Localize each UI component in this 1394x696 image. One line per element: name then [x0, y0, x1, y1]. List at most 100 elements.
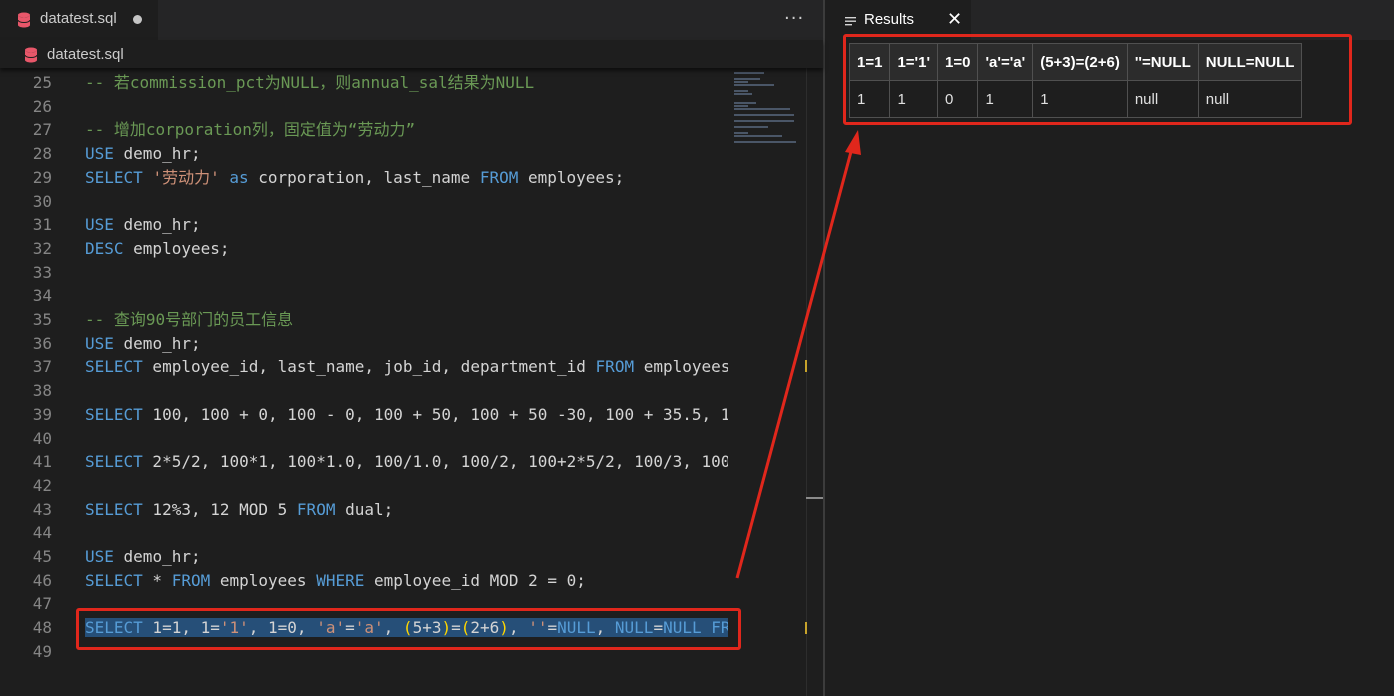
code-line[interactable]: 43 SELECT 12%3, 12 MOD 5 FROM dual;: [0, 498, 728, 522]
code-line[interactable]: 28 USE demo_hr;: [0, 142, 728, 166]
breadcrumb-file[interactable]: datatest.sql: [47, 46, 124, 63]
code-line[interactable]: 45 USE demo_hr;: [0, 545, 728, 569]
line-number: 45: [32, 547, 52, 566]
line-number: 49: [32, 641, 52, 661]
table-cell[interactable]: 1: [977, 80, 1034, 118]
code-line[interactable]: 47: [0, 592, 728, 616]
code-token: *: [142, 570, 172, 590]
column-header[interactable]: 1=1: [848, 43, 891, 81]
column-header[interactable]: 'a'='a': [977, 43, 1034, 81]
code-line[interactable]: 40: [0, 427, 728, 451]
code-line[interactable]: 27 -- 增加corporation列，固定值为“劳动力”: [0, 118, 728, 142]
line-text: -- 增加corporation列，固定值为“劳动力”: [85, 118, 415, 142]
database-icon: [17, 12, 31, 32]
code-token: demo_hr;: [113, 333, 201, 353]
column-header[interactable]: NULL=NULL: [1197, 43, 1303, 81]
code-token: employees: [634, 357, 728, 377]
line-number: 31: [32, 215, 52, 235]
code-line[interactable]: 49: [0, 640, 728, 664]
code-token: employee_id MOD 2 = 0;: [364, 570, 586, 590]
column-header[interactable]: ''=NULL: [1126, 43, 1199, 81]
code-line[interactable]: 37 SELECT employee_id, last_name, job_id,…: [0, 355, 728, 379]
code-token: '': [528, 618, 548, 638]
table-cell[interactable]: null: [1197, 80, 1303, 118]
code-token: dual;: [335, 499, 394, 519]
code-token: FROM: [171, 570, 211, 590]
minimap-line: [734, 108, 790, 110]
line-text: SELECT employee_id, last_name, job_id, d…: [85, 355, 728, 379]
code-token: -- 查询90号部门的员工信息: [85, 310, 294, 329]
code-token: corporation, last_name: [248, 167, 480, 187]
code-line[interactable]: 38: [0, 379, 728, 403]
code-token: NULL: [663, 618, 702, 638]
results-tab[interactable]: Results ✕: [825, 0, 971, 40]
code-line[interactable]: 34: [0, 284, 728, 308]
code-line[interactable]: 33: [0, 261, 728, 285]
editor-tab-datatest[interactable]: datatest.sql: [0, 0, 158, 40]
code-line[interactable]: 42: [0, 474, 728, 498]
line-number: 25: [32, 73, 52, 92]
scrollbar-thumb[interactable]: [806, 497, 823, 499]
line-text: USE demo_hr;: [85, 332, 201, 356]
code-token: WHERE: [316, 570, 365, 590]
code-line[interactable]: 30: [0, 190, 728, 214]
code-line[interactable]: 46 SELECT * FROM employees WHERE employee…: [0, 569, 728, 593]
minimap-line: [734, 81, 748, 83]
code-line[interactable]: 36 USE demo_hr;: [0, 332, 728, 356]
table-cell[interactable]: 1: [1032, 80, 1128, 118]
code-token: ): [499, 618, 509, 638]
table-cell[interactable]: 1: [848, 80, 891, 118]
line-number: 44: [32, 523, 52, 543]
line-text: DESC employees;: [85, 237, 230, 261]
results-tab-bar: Results ✕: [825, 0, 1394, 40]
code-line[interactable]: 26: [0, 95, 728, 119]
code-token: SELECT: [85, 618, 143, 638]
column-header[interactable]: 1=0: [937, 43, 979, 81]
code-token: (: [402, 618, 413, 638]
more-actions-icon[interactable]: ···: [784, 8, 804, 29]
code-token: USE: [85, 144, 114, 164]
table-row[interactable]: 1 1 0 1 1 null null: [848, 80, 1303, 118]
code-line[interactable]: 31 USE demo_hr;: [0, 213, 728, 237]
code-token: [701, 618, 712, 638]
column-header[interactable]: (5+3)=(2+6): [1032, 43, 1128, 81]
line-number: 46: [32, 570, 52, 590]
minimap[interactable]: [728, 68, 806, 696]
code-line[interactable]: 48 SELECT 1=1, 1='1', 1=0, 'a'='a', (5+3)…: [0, 616, 728, 640]
code-area[interactable]: 25 -- 若commission_pct为NULL，则annual_sal结果为…: [0, 70, 728, 696]
column-header[interactable]: 1='1': [889, 43, 939, 81]
code-token: ): [441, 618, 452, 638]
line-number: 26: [32, 96, 52, 116]
code-token: FROM: [595, 357, 635, 377]
code-line[interactable]: 29 SELECT '劳动力' as corporation, last_name…: [0, 166, 728, 190]
code-line[interactable]: 35 -- 查询90号部门的员工信息: [0, 308, 728, 332]
table-cell[interactable]: null: [1126, 80, 1199, 118]
minimap-line: [734, 126, 768, 128]
editor-scrollbar[interactable]: [806, 68, 824, 696]
code-token: SELECT: [85, 404, 143, 424]
minimap-line: [734, 135, 782, 137]
close-icon[interactable]: ✕: [947, 9, 962, 30]
code-line[interactable]: 25 -- 若commission_pct为NULL，则annual_sal结果为…: [0, 71, 728, 95]
line-text: SELECT '劳动力' as corporation, last_name F…: [85, 166, 624, 190]
code-token: 2*5/2, 100*1, 100*1.0, 100/1.0, 100/2, 1…: [142, 452, 728, 472]
code-token: 2+6: [470, 618, 500, 638]
table-cell[interactable]: 1: [889, 80, 939, 118]
minimap-line: [734, 105, 748, 107]
code-line[interactable]: 32 DESC employees;: [0, 237, 728, 261]
code-line[interactable]: 39 SELECT 100, 100 + 0, 100 - 0, 100 + 50…: [0, 403, 728, 427]
line-number: 28: [32, 144, 52, 164]
minimap-line: [734, 102, 756, 104]
code-token: FR: [711, 618, 728, 638]
table-cell[interactable]: 0: [937, 80, 979, 118]
code-line[interactable]: 44: [0, 521, 728, 545]
code-token: SELECT: [85, 499, 143, 519]
line-text: USE demo_hr;: [85, 545, 201, 569]
code-token: , 1=0,: [248, 618, 317, 638]
code-line[interactable]: 41 SELECT 2*5/2, 100*1, 100*1.0, 100/1.0,…: [0, 450, 728, 474]
code-token: ,: [595, 618, 615, 638]
code-token: SELECT: [85, 570, 143, 590]
unsaved-dot-icon[interactable]: [133, 15, 142, 24]
